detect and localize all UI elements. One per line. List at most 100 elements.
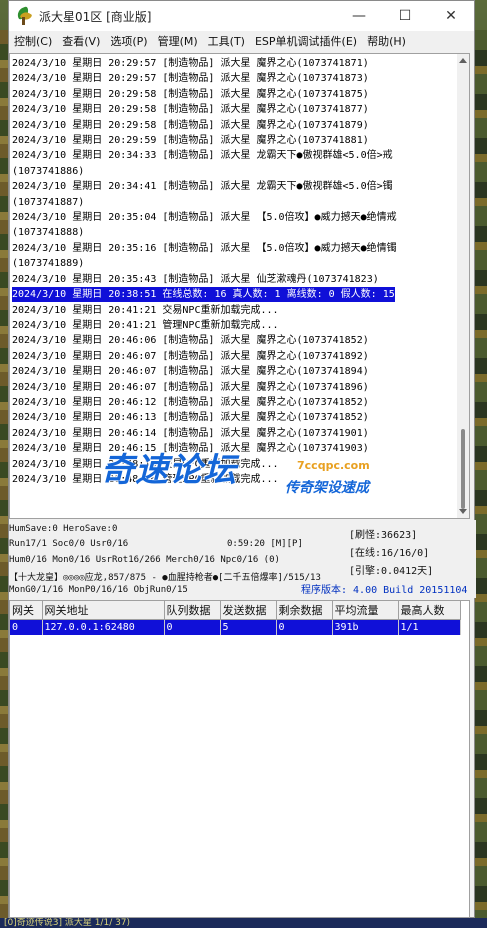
cell-remaining-data: 0 bbox=[276, 619, 333, 635]
log-line-text: 2024/3/10 星期日 20:29:58 [制造物品] 派大星 魔界之心(1… bbox=[12, 119, 369, 131]
menu-tools[interactable]: 工具(T) bbox=[203, 33, 250, 49]
col-send-data[interactable]: 发送数据 bbox=[220, 601, 277, 620]
log-line[interactable]: 2024/3/10 星期日 20:46:07 [制造物品] 派大星 魔界之心(1… bbox=[12, 380, 458, 395]
log-line-text: 2024/3/10 星期日 20:34:41 [制造物品] 派大星 龙霸天下●傲… bbox=[12, 181, 393, 193]
menu-esp-plugin[interactable]: ESP单机调试插件(E) bbox=[250, 33, 362, 49]
watermark-url: 7ccqpc.com bbox=[297, 459, 370, 472]
log-line[interactable]: 2024/3/10 星期日 20:46:12 [制造物品] 派大星 魔界之心(1… bbox=[12, 395, 458, 410]
log-line-text: 2024/3/10 星期日 20:29:58 [制造物品] 派大星 魔界之心(1… bbox=[12, 88, 369, 100]
cell-avg-traffic: 391b bbox=[332, 619, 399, 635]
cell-max-users: 1/1 bbox=[398, 619, 461, 635]
status-run: Run17/1 Soc0/0 Usr0/16 bbox=[9, 539, 129, 549]
log-line[interactable]: 2024/3/10 星期日 20:29:59 [制造物品] 派大星 魔界之心(1… bbox=[12, 133, 458, 148]
menu-view[interactable]: 查看(V) bbox=[57, 33, 105, 49]
scroll-thumb[interactable] bbox=[461, 429, 465, 509]
log-line[interactable]: 2024/3/10 星期日 20:35:16 [制造物品] 派大星 【5.0倍攻… bbox=[12, 241, 458, 256]
scroll-down-icon[interactable] bbox=[459, 509, 467, 514]
log-line[interactable]: 2024/3/10 星期日 20:29:58 [制造物品] 派大星 魔界之心(1… bbox=[12, 102, 458, 117]
log-line[interactable]: 2024/3/10 星期日 20:46:13 [制造物品] 派大星 魔界之心(1… bbox=[12, 410, 458, 425]
log-scrollbar[interactable] bbox=[457, 54, 469, 518]
close-button[interactable]: ✕ bbox=[428, 1, 474, 31]
log-line-text: 2024/3/10 星期日 20:46:07 [制造物品] 派大星 魔界之心(1… bbox=[12, 350, 369, 362]
program-version: 程序版本: 4.00 Build 20151104 bbox=[301, 585, 468, 596]
status-counts: Hum0/16 Mon0/16 UsrRot16/266 Merch0/16 N… bbox=[9, 555, 280, 565]
log-line[interactable]: 2024/3/10 星期日 20:38:51 在线总数: 16 真人数: 1 离… bbox=[12, 287, 458, 303]
backdrop-left-edge bbox=[0, 30, 8, 928]
window-title: 派大星01区 [商业版] bbox=[39, 9, 152, 24]
log-line[interactable]: (1073741887) bbox=[12, 195, 458, 210]
menu-control[interactable]: 控制(C) bbox=[9, 33, 57, 49]
status-save: HumSave:0 HeroSave:0 bbox=[9, 524, 118, 534]
log-line[interactable]: (1073741888) bbox=[12, 225, 458, 240]
log-line-text: (1073741889) bbox=[12, 258, 85, 270]
log-line-text: 2024/3/10 星期日 20:46:07 [制造物品] 派大星 魔界之心(1… bbox=[12, 381, 369, 393]
table-row[interactable]: 0 127.0.0.1:62480 0 5 0 391b 1/1 bbox=[10, 619, 461, 635]
gateway-table[interactable]: 网关 网关地址 队列数据 发送数据 剩余数据 平均流量 最高人数 0 127.0… bbox=[9, 600, 470, 918]
log-line[interactable]: 2024/3/10 星期日 20:29:57 [制造物品] 派大星 魔界之心(1… bbox=[12, 56, 458, 71]
log-line[interactable]: 2024/3/10 星期日 20:35:43 [制造物品] 派大星 仙芝漱魂丹(… bbox=[12, 272, 458, 287]
log-line-text: 2024/3/10 星期日 20:46:14 [制造物品] 派大星 魔界之心(1… bbox=[12, 427, 369, 439]
col-gateway[interactable]: 网关 bbox=[10, 601, 43, 620]
cell-send-data: 5 bbox=[220, 619, 277, 635]
game-bottom-text: [0]奇迹传说3] 派大星 1/1/ 37) bbox=[4, 918, 131, 928]
log-line[interactable]: 2024/3/10 星期日 20:34:41 [制造物品] 派大星 龙霸天下●傲… bbox=[12, 179, 458, 194]
col-remaining-data[interactable]: 剩余数据 bbox=[276, 601, 333, 620]
status-uptime: 0:59:20 [M][P] bbox=[227, 539, 303, 549]
status-engine: [引擎:0.0412天] bbox=[349, 566, 434, 577]
col-queue-data[interactable]: 队列数据 bbox=[164, 601, 221, 620]
status-panel: HumSave:0 HeroSave:0 Run17/1 Soc0/0 Usr0… bbox=[9, 520, 476, 598]
log-line[interactable]: (1073741889) bbox=[12, 256, 458, 271]
col-avg-traffic[interactable]: 平均流量 bbox=[332, 601, 399, 620]
log-line[interactable]: 2024/3/10 星期日 20:46:07 [制造物品] 派大星 魔界之心(1… bbox=[12, 349, 458, 364]
log-line-text: 2024/3/10 星期日 20:41:21 交易NPC重新加载完成... bbox=[12, 304, 279, 316]
log-line[interactable]: 2024/3/10 星期日 20:29:58 [制造物品] 派大星 魔界之心(1… bbox=[12, 87, 458, 102]
table-header-row: 网关 网关地址 队列数据 发送数据 剩余数据 平均流量 最高人数 bbox=[10, 601, 461, 620]
window-controls: — ☐ ✕ bbox=[336, 1, 474, 31]
status-mon: MonG0/1/16 MonP0/16/16 ObjRun0/15 bbox=[9, 585, 188, 595]
title-bar[interactable]: 派大星01区 [商业版] — ☐ ✕ bbox=[9, 1, 474, 31]
log-line-text: 2024/3/10 星期日 20:46:12 [制造物品] 派大星 魔界之心(1… bbox=[12, 396, 369, 408]
col-max-users[interactable]: 最高人数 bbox=[398, 601, 461, 620]
maximize-button[interactable]: ☐ bbox=[382, 1, 428, 31]
game-bottom-strip: [0]奇迹传说3] 派大星 1/1/ 37) bbox=[0, 918, 487, 928]
log-line-text: 2024/3/10 星期日 20:29:59 [制造物品] 派大星 魔界之心(1… bbox=[12, 135, 369, 147]
log-line[interactable]: (1073741886) bbox=[12, 164, 458, 179]
menu-bar: 控制(C) 查看(V) 选项(P) 管理(M) 工具(T) ESP单机调试插件(… bbox=[9, 31, 474, 51]
server-window: 派大星01区 [商业版] — ☐ ✕ 控制(C) 查看(V) 选项(P) 管理(… bbox=[8, 0, 476, 918]
log-line-text: (1073741887) bbox=[12, 196, 85, 208]
log-line-text: 2024/3/10 星期日 20:41:21 管理NPC重新加载完成... bbox=[12, 319, 279, 331]
log-line[interactable]: 2024/3/10 星期日 20:46:07 [制造物品] 派大星 魔界之心(1… bbox=[12, 364, 458, 379]
log-line-text: (1073741888) bbox=[12, 227, 85, 239]
status-refresh: [刷怪:36623] bbox=[349, 530, 418, 541]
status-boss: 【十大龙皇】◎◎◎◎应龙,857/875 - ●血腥持枪者●[二千五倍爆率]/5… bbox=[9, 573, 321, 583]
log-line[interactable]: 2024/3/10 星期日 20:41:21 交易NPC重新加载完成... bbox=[12, 303, 458, 318]
log-line-text: 2024/3/10 星期日 20:46:06 [制造物品] 派大星 魔界之心(1… bbox=[12, 335, 369, 347]
menu-manage[interactable]: 管理(M) bbox=[153, 33, 203, 49]
log-line[interactable]: 2024/3/10 星期日 20:41:21 管理NPC重新加载完成... bbox=[12, 318, 458, 333]
minimize-button[interactable]: — bbox=[336, 1, 382, 31]
scroll-up-icon[interactable] bbox=[459, 58, 467, 63]
menu-help[interactable]: 帮助(H) bbox=[362, 33, 411, 49]
log-line[interactable]: 2024/3/10 星期日 20:29:57 [制造物品] 派大星 魔界之心(1… bbox=[12, 71, 458, 86]
log-line[interactable]: 2024/3/10 星期日 20:46:06 [制造物品] 派大星 魔界之心(1… bbox=[12, 333, 458, 348]
log-line[interactable]: 2024/3/10 星期日 20:29:58 [制造物品] 派大星 魔界之心(1… bbox=[12, 118, 458, 133]
app-leaf-icon bbox=[15, 6, 33, 25]
watermark-subtitle: 传奇架设速成 bbox=[285, 480, 369, 496]
log-list: 2024/3/10 星期日 20:29:57 [制造物品] 派大星 魔界之心(1… bbox=[12, 56, 458, 487]
log-line[interactable]: 2024/3/10 星期日 20:35:04 [制造物品] 派大星 【5.0倍攻… bbox=[12, 210, 458, 225]
log-line-text: 2024/3/10 星期日 20:35:43 [制造物品] 派大星 仙芝漱魂丹(… bbox=[12, 273, 379, 285]
cell-gateway-address: 127.0.0.1:62480 bbox=[42, 619, 165, 635]
log-line-text: 2024/3/10 星期日 20:35:16 [制造物品] 派大星 【5.0倍攻… bbox=[12, 242, 397, 254]
log-line-text: 2024/3/10 星期日 20:29:58 [制造物品] 派大星 魔界之心(1… bbox=[12, 104, 369, 116]
status-online: [在线:16/16/0] bbox=[349, 548, 430, 559]
menu-options[interactable]: 选项(P) bbox=[105, 33, 152, 49]
log-line[interactable]: 2024/3/10 星期日 20:46:14 [制造物品] 派大星 魔界之心(1… bbox=[12, 426, 458, 441]
log-pane[interactable]: 2024/3/10 星期日 20:29:57 [制造物品] 派大星 魔界之心(1… bbox=[9, 53, 470, 519]
col-gateway-address[interactable]: 网关地址 bbox=[42, 601, 165, 620]
cell-queue-data: 0 bbox=[164, 619, 221, 635]
log-line-text: (1073741886) bbox=[12, 165, 85, 177]
watermark-logo: 奇速论坛 bbox=[101, 450, 237, 489]
log-line[interactable]: 2024/3/10 星期日 20:34:33 [制造物品] 派大星 龙霸天下●傲… bbox=[12, 148, 458, 163]
log-line-text: 2024/3/10 星期日 20:34:33 [制造物品] 派大星 龙霸天下●傲… bbox=[12, 150, 393, 162]
log-line-text: 2024/3/10 星期日 20:46:13 [制造物品] 派大星 魔界之心(1… bbox=[12, 412, 369, 424]
